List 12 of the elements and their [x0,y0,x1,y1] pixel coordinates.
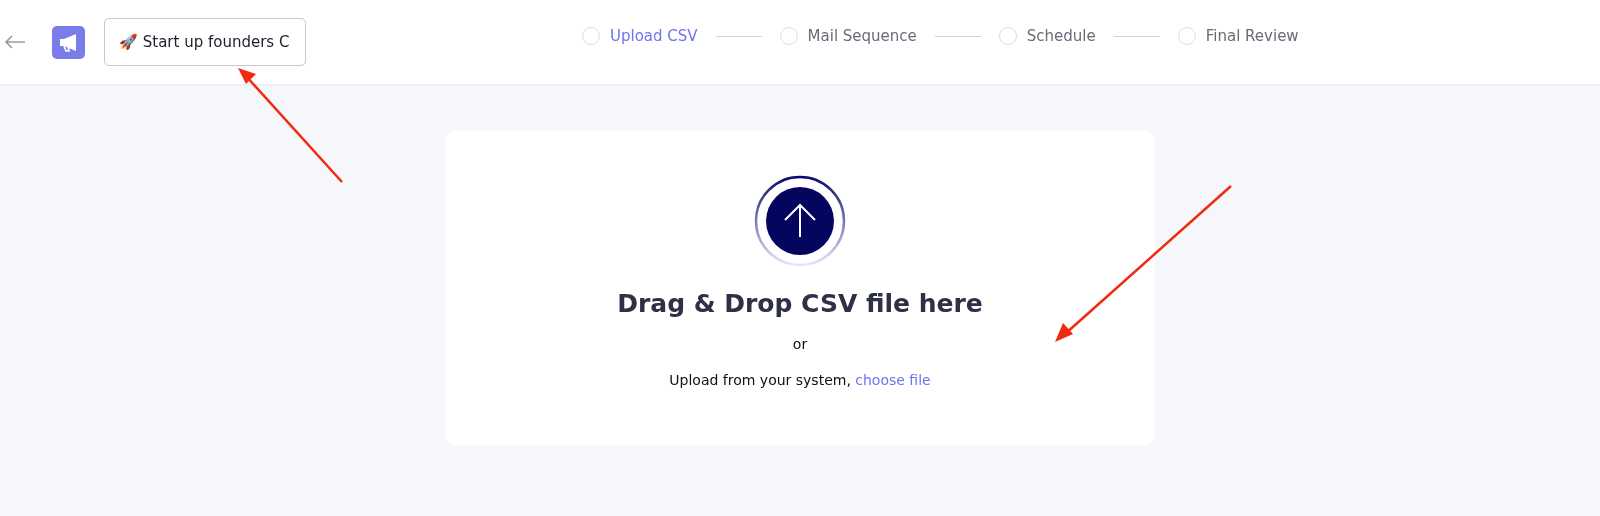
back-arrow-icon[interactable] [4,35,26,49]
upload-icon[interactable] [754,175,846,267]
step-tab[interactable]: Upload CSV [582,27,698,45]
upload-prompt: Upload from your system, [669,372,851,388]
choose-file-link[interactable]: choose file [855,372,931,388]
separator-text: or [792,336,808,352]
campaign-name-field[interactable]: 🚀 Start up founders C [104,18,306,66]
step-tab[interactable]: Final Review [1177,27,1299,45]
step-tab[interactable]: Mail Sequence [779,27,917,45]
step-tab[interactable]: Schedule [998,27,1096,45]
drop-heading: Drag & Drop CSV file here [617,289,983,318]
megaphone-icon [52,25,85,59]
